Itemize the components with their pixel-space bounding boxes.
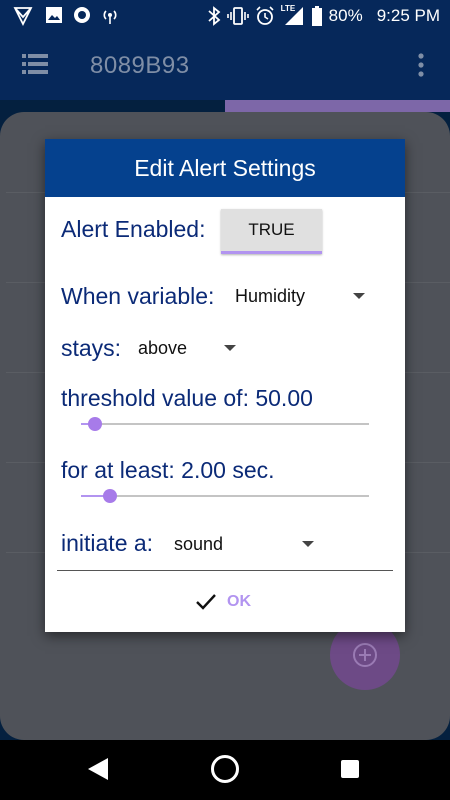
- dropdown-arrow-icon: [353, 293, 365, 299]
- duration-value: 2.00 sec.: [181, 457, 275, 483]
- app-logo-icon: [13, 7, 33, 27]
- wireless-icon: [103, 10, 117, 24]
- status-bar: LTE 80% 9:25 PM: [0, 0, 450, 32]
- dropdown-arrow-icon: [224, 345, 236, 351]
- battery-percent: 80%: [328, 6, 363, 25]
- action-label: initiate a:: [61, 530, 154, 556]
- ok-label: OK: [227, 593, 251, 610]
- variable-select[interactable]: Humidity: [235, 281, 365, 311]
- threshold-slider[interactable]: [81, 414, 369, 434]
- threshold-label-text: threshold value of:: [61, 385, 249, 411]
- condition-value: above: [138, 338, 188, 358]
- ok-button[interactable]: OK: [195, 587, 251, 617]
- bluetooth-icon: [208, 6, 221, 26]
- alarm-icon: [256, 6, 274, 25]
- variable-label: When variable:: [61, 283, 215, 309]
- dropdown-arrow-icon: [302, 541, 314, 547]
- condition-select[interactable]: above: [138, 333, 238, 363]
- home-icon[interactable]: [211, 755, 239, 783]
- back-icon[interactable]: [88, 758, 108, 780]
- alert-enabled-toggle[interactable]: TRUE: [221, 209, 322, 254]
- app-bar: [0, 32, 450, 100]
- dialog-divider: [57, 570, 393, 571]
- tab-indicator: [225, 100, 450, 112]
- status-icons: LTE 80% 9:25 PM: [207, 0, 440, 32]
- threshold-value: 50.00: [255, 385, 313, 411]
- recents-icon[interactable]: [341, 760, 359, 778]
- duration-label-text: for at least:: [61, 457, 175, 483]
- slider-thumb[interactable]: [102, 489, 117, 503]
- slider-track: [81, 495, 369, 497]
- dialog-title: Edit Alert Settings: [45, 139, 405, 197]
- list-menu-icon[interactable]: [22, 52, 48, 76]
- add-circle-icon: [353, 643, 377, 667]
- vibrate-icon: [226, 7, 249, 25]
- signal-icon: LTE: [281, 4, 305, 27]
- threshold-label: threshold value of: 50.00: [61, 385, 313, 412]
- clock: 9:25 PM: [376, 6, 440, 25]
- image-icon: [46, 7, 62, 23]
- duration-slider[interactable]: [81, 486, 369, 506]
- slider-track: [81, 423, 369, 425]
- variable-value: Humidity: [235, 286, 306, 306]
- duration-label: for at least: 2.00 sec.: [61, 457, 275, 484]
- app-title: 8089B93: [90, 52, 190, 79]
- action-value: sound: [174, 534, 224, 554]
- alert-enabled-label: Alert Enabled:: [61, 216, 206, 242]
- battery-icon: [311, 6, 322, 26]
- action-select[interactable]: sound: [174, 529, 319, 559]
- condition-label: stays:: [61, 335, 122, 361]
- check-icon: [196, 594, 216, 610]
- record-icon: [74, 7, 90, 23]
- edit-alert-dialog: Edit Alert Settings Alert Enabled: TRUE …: [45, 139, 405, 632]
- more-vert-icon[interactable]: [414, 52, 428, 78]
- slider-thumb[interactable]: [88, 417, 103, 431]
